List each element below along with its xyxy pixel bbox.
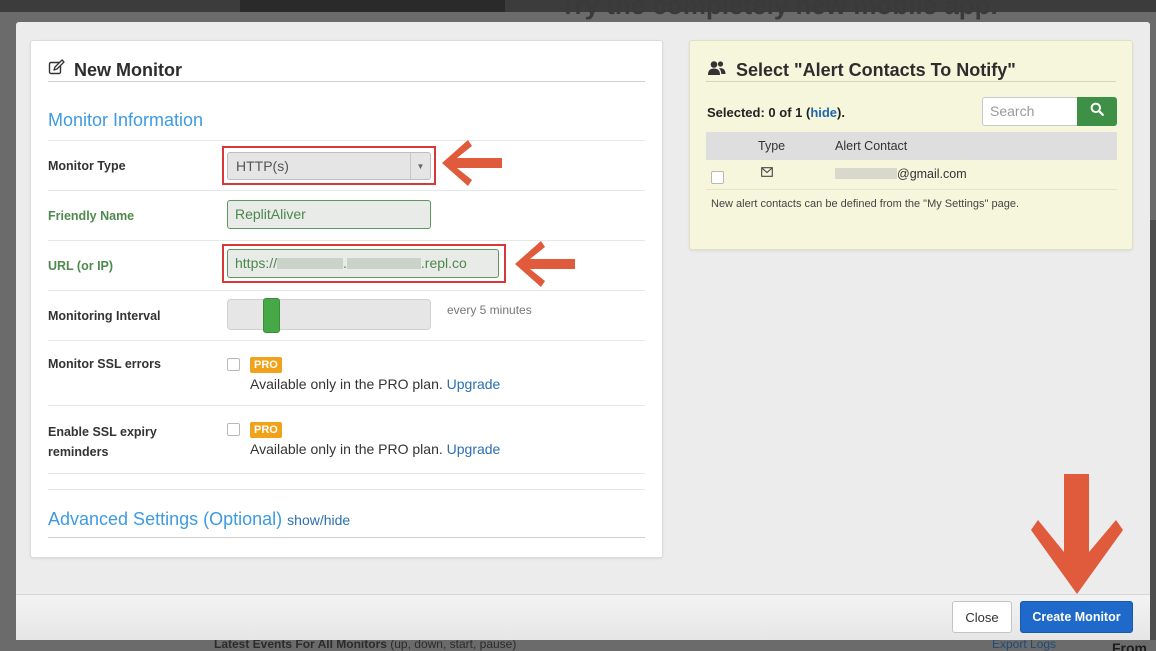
contact-email: @gmail.com [835, 167, 967, 181]
selected-count: Selected: 0 of 1 (hide). [707, 105, 845, 120]
upgrade-link[interactable]: Upgrade [447, 441, 501, 457]
alert-contacts-panel: Select "Alert Contacts To Notify" Select… [689, 40, 1133, 250]
highlight-box-url [222, 244, 506, 283]
annotation-arrow-left [515, 241, 575, 287]
edit-icon [48, 59, 65, 81]
background-from-label: From [1112, 640, 1147, 651]
ssl-errors-row: Monitor SSL errors [48, 340, 645, 405]
section-title: Monitor Information [48, 110, 204, 130]
ssl-expiry-note: Available only in the PRO plan. Upgrade [250, 441, 501, 457]
background-phone-image [240, 0, 505, 12]
contacts-table-header: Type Alert Contact [706, 132, 1117, 160]
monitor-panel-title: New Monitor [48, 59, 645, 81]
search-icon [1090, 102, 1104, 121]
interval-slider[interactable] [227, 298, 431, 333]
ssl-expiry-row: Enable SSL expiry reminders [48, 405, 645, 473]
users-icon [707, 60, 727, 81]
divider [48, 489, 645, 490]
column-header: Type [758, 139, 786, 153]
upgrade-link[interactable]: Upgrade [447, 376, 501, 392]
search-button[interactable] [1077, 97, 1117, 126]
divider [706, 81, 1116, 82]
divider [48, 81, 645, 82]
interval-label: Monitoring Interval [48, 309, 161, 323]
new-monitor-modal: New Monitor Monitor Information Monitor … [16, 22, 1150, 640]
divider [48, 473, 645, 489]
pro-badge: PRO [250, 357, 282, 373]
annotation-arrow-down [1031, 474, 1123, 594]
contact-checkbox[interactable] [711, 171, 724, 184]
table-row: @gmail.com [706, 160, 1117, 190]
ssl-errors-note: Available only in the PRO plan. Upgrade [250, 376, 501, 392]
friendly-name-label: Friendly Name [48, 209, 135, 223]
divider [48, 537, 645, 538]
ssl-expiry-checkbox[interactable] [227, 423, 240, 436]
interval-slider-handle[interactable] [263, 298, 280, 333]
friendly-name-input[interactable]: ReplitAliver [227, 200, 431, 229]
ssl-errors-label: Monitor SSL errors [48, 357, 161, 371]
close-button[interactable]: Close [952, 601, 1012, 633]
contact-search-input[interactable]: Search [982, 97, 1078, 126]
pro-badge: PRO [250, 422, 282, 438]
interval-value: every 5 minutes [447, 303, 532, 317]
monitor-panel: New Monitor Monitor Information Monitor … [30, 40, 663, 558]
redacted-text [835, 168, 897, 179]
contacts-note: New alert contacts can be defined from t… [711, 198, 1020, 210]
envelope-icon [761, 166, 773, 180]
hide-link[interactable]: hide [810, 105, 837, 120]
highlight-box-monitor-type [222, 146, 436, 185]
advanced-settings-toggle[interactable]: show/hide [287, 512, 350, 528]
ssl-errors-checkbox[interactable] [227, 358, 240, 371]
alert-contacts-title: Select "Alert Contacts To Notify" [707, 59, 1115, 81]
annotation-arrow-left [442, 140, 502, 186]
column-header: Alert Contact [835, 139, 908, 153]
advanced-settings: Advanced Settings (Optional) show/hide [48, 509, 351, 529]
background-headline: Try the completely new mobile app. [560, 0, 998, 20]
create-monitor-button[interactable]: Create Monitor [1020, 601, 1133, 633]
url-label: URL (or IP) [48, 259, 114, 273]
ssl-expiry-label: Enable SSL expiry reminders [48, 425, 157, 459]
monitor-type-label: Monitor Type [48, 159, 126, 173]
